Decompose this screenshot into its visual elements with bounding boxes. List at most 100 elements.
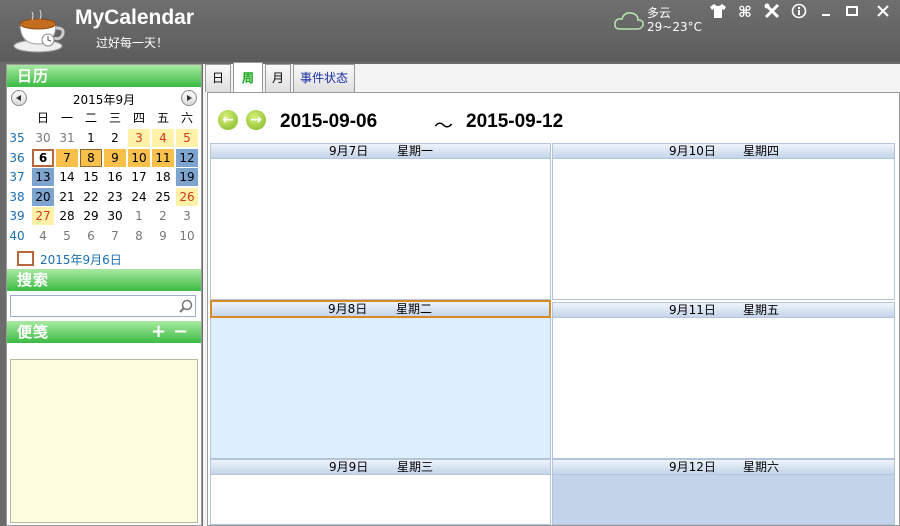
week-end-date: 2015-09-12: [466, 111, 564, 132]
today-row: 2015年9月6日: [7, 249, 201, 269]
weekday-header: 日: [36, 111, 49, 125]
tools-icon[interactable]: [762, 3, 782, 21]
day-weekday: 星期三: [397, 460, 434, 474]
day-weekday: 星期五: [743, 303, 780, 317]
day-date: 9月7日: [329, 144, 369, 158]
day-date: 9月8日: [328, 302, 368, 316]
calendar-day[interactable]: 4: [152, 129, 174, 147]
search-input[interactable]: [10, 295, 196, 317]
day-cell-sat[interactable]: [552, 475, 895, 525]
calendar-day[interactable]: 3: [128, 129, 150, 147]
today-link[interactable]: 2015年9月6日: [40, 251, 122, 268]
calendar-day[interactable]: 9: [152, 227, 174, 245]
calendar-day[interactable]: 12: [176, 149, 198, 167]
day-cell-tue[interactable]: [210, 318, 551, 459]
today-marker-icon: [17, 251, 34, 266]
day-header-sat[interactable]: 9月12日 星期六: [552, 459, 895, 475]
week-number[interactable]: 35: [5, 129, 29, 148]
close-icon[interactable]: [873, 3, 893, 21]
tab-day[interactable]: 日: [205, 64, 231, 92]
remove-memo-button[interactable]: −: [173, 321, 189, 343]
week-range-separator: ～: [434, 116, 454, 137]
calendar-day[interactable]: 13: [32, 168, 54, 186]
calendar-day[interactable]: 18: [152, 168, 174, 186]
calendar-day[interactable]: 5: [176, 129, 198, 147]
tab-week[interactable]: 周: [233, 62, 263, 92]
calendar-day[interactable]: 4: [32, 227, 54, 245]
day-cell-thu[interactable]: [552, 159, 895, 300]
calendar-day[interactable]: 26: [176, 188, 198, 206]
week-start-date: 2015-09-06: [280, 111, 378, 132]
day-header-tue[interactable]: 9月8日 星期二: [210, 300, 551, 318]
app-subtitle: 过好每一天！: [96, 36, 169, 50]
week-number[interactable]: 37: [5, 168, 29, 187]
memo-header-label: 便笺: [17, 323, 50, 341]
day-cell-fri[interactable]: [552, 318, 895, 459]
day-header-fri[interactable]: 9月11日 星期五: [552, 302, 895, 318]
calendar-day[interactable]: 10: [176, 227, 198, 245]
calendar-day[interactable]: 20: [32, 188, 54, 206]
day-header-thu[interactable]: 9月10日 星期四: [552, 143, 895, 159]
next-week-button[interactable]: →: [246, 110, 266, 130]
calendar-day[interactable]: 6: [32, 149, 54, 167]
shirt-icon[interactable]: [708, 3, 728, 21]
calendar-day[interactable]: 23: [104, 188, 126, 206]
day-header-mon[interactable]: 9月7日 星期一: [210, 143, 551, 159]
calendar-day[interactable]: 3: [176, 207, 198, 225]
weekday-header: 三: [108, 111, 121, 125]
maximize-icon[interactable]: [842, 3, 862, 21]
calendar-day[interactable]: 1: [128, 207, 150, 225]
calendar-day[interactable]: 24: [128, 188, 150, 206]
prev-week-button[interactable]: ←: [218, 110, 238, 130]
week-number[interactable]: 36: [5, 149, 29, 168]
calendar-day[interactable]: 7: [104, 227, 126, 245]
left-panel: 日历 2015年9月 日一二三四五六 35 36 37 38 39 40 30 31 1 2 3 4 5 6…: [6, 64, 202, 526]
calendar-day[interactable]: 8: [80, 149, 102, 167]
day-weekday: 星期四: [743, 144, 780, 158]
tab-month[interactable]: 月: [265, 64, 291, 92]
minimize-icon[interactable]: [816, 3, 836, 21]
calendar-day[interactable]: 8: [128, 227, 150, 245]
calendar-day[interactable]: 7: [56, 149, 78, 167]
calendar-day[interactable]: 30: [32, 129, 54, 147]
calendar-day[interactable]: 16: [104, 168, 126, 186]
add-memo-button[interactable]: +: [151, 321, 167, 343]
calendar-day[interactable]: 1: [80, 129, 102, 147]
cloudy-icon: [614, 12, 644, 30]
calendar-day[interactable]: 21: [56, 188, 78, 206]
calendar-day[interactable]: 6: [80, 227, 102, 245]
week-number[interactable]: 38: [5, 188, 29, 207]
mini-calendar-grid: 日一二三四五六 35 36 37 38 39 40 30 31 1 2 3 4 5 6 7 8 9 10 11 12 13…: [7, 109, 201, 249]
command-icon[interactable]: ⌘: [735, 3, 755, 21]
info-icon[interactable]: [789, 3, 809, 21]
day-cell-mon[interactable]: [210, 159, 551, 300]
calendar-day[interactable]: 28: [56, 207, 78, 225]
calendar-day[interactable]: 10: [128, 149, 150, 167]
calendar-day[interactable]: 11: [152, 149, 174, 167]
day-cell-wed[interactable]: [210, 475, 551, 525]
calendar-day[interactable]: 9: [104, 149, 126, 167]
calendar-day[interactable]: 29: [80, 207, 102, 225]
calendar-day[interactable]: 30: [104, 207, 126, 225]
week-number[interactable]: 39: [5, 207, 29, 226]
calendar-day[interactable]: 2: [104, 129, 126, 147]
calendar-day[interactable]: 14: [56, 168, 78, 186]
calendar-day[interactable]: 2: [152, 207, 174, 225]
tab-event-status[interactable]: 事件状态: [293, 64, 355, 92]
calendar-day[interactable]: 5: [56, 227, 78, 245]
next-month-button[interactable]: [181, 90, 197, 106]
calendar-day[interactable]: 22: [80, 188, 102, 206]
week-number[interactable]: 40: [5, 227, 29, 246]
weather-description: 多云: [647, 6, 672, 20]
teacup-logo-icon: [13, 9, 65, 53]
calendar-nav: 2015年9月: [7, 87, 201, 109]
calendar-day[interactable]: 19: [176, 168, 198, 186]
calendar-day[interactable]: 31: [56, 129, 78, 147]
calendar-day[interactable]: 27: [32, 207, 54, 225]
day-header-wed[interactable]: 9月9日 星期三: [210, 459, 551, 475]
memo-area[interactable]: [10, 359, 198, 523]
calendar-day[interactable]: 17: [128, 168, 150, 186]
search-icon[interactable]: [179, 299, 193, 313]
calendar-day[interactable]: 15: [80, 168, 102, 186]
calendar-day[interactable]: 25: [152, 188, 174, 206]
